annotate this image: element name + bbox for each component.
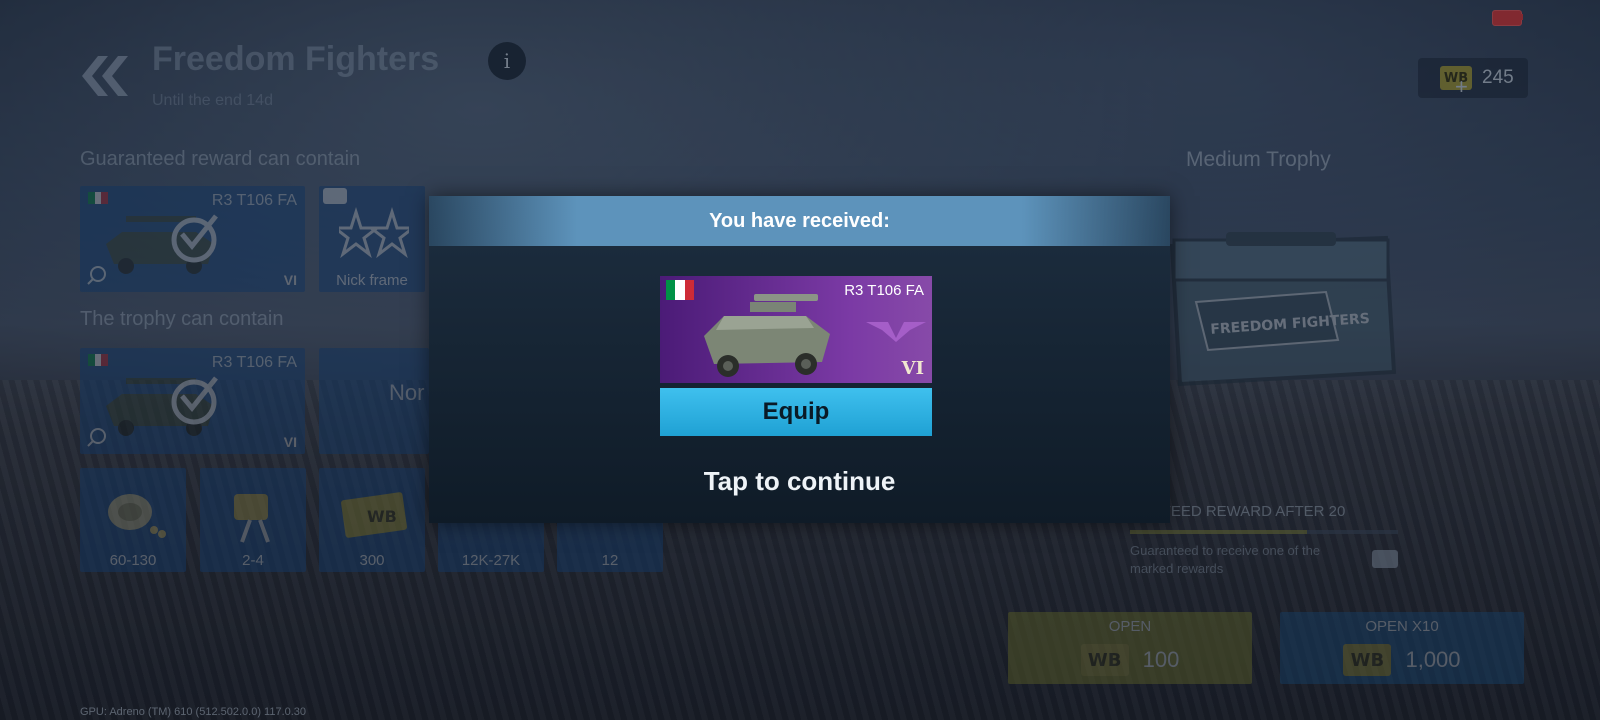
modal-header: You have received: [429, 196, 1170, 246]
modal-title: You have received: [709, 209, 890, 232]
italy-flag-icon [666, 280, 694, 300]
equip-button[interactable]: Equip [660, 388, 932, 436]
reward-vehicle-card[interactable]: R3 T106 FA VI [660, 276, 932, 383]
faction-emblem-icon [866, 322, 926, 342]
reward-modal[interactable]: You have received: R3 T106 FA VI Equip T… [429, 196, 1170, 523]
vehicle-icon [704, 294, 830, 377]
tap-to-continue[interactable]: Tap to continue [429, 466, 1170, 497]
reward-vehicle-name: R3 T106 FA [844, 282, 924, 299]
reward-vehicle-tier: VI [901, 358, 924, 379]
